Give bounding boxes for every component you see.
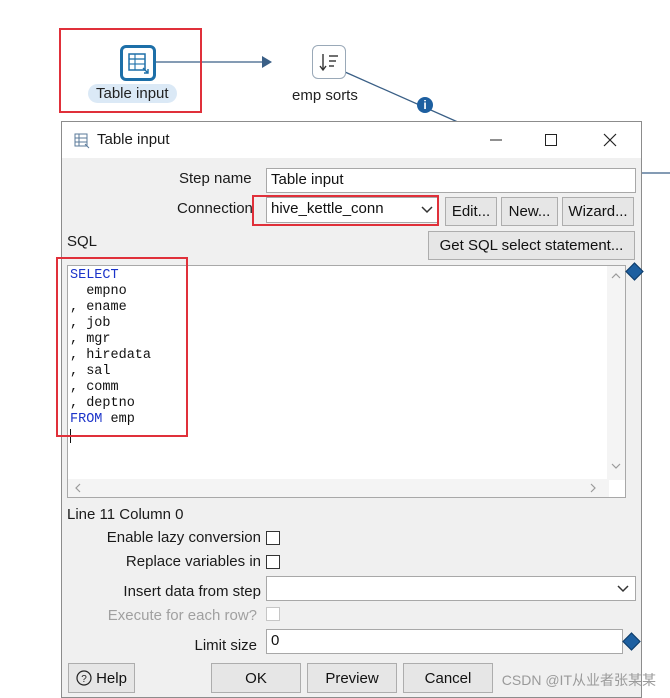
sql-vertical-scrollbar[interactable]: [607, 266, 625, 480]
insert-data-select[interactable]: [266, 576, 636, 601]
minimize-button[interactable]: [478, 127, 514, 153]
chevron-down-icon: [617, 585, 629, 593]
help-icon: ?: [76, 670, 92, 686]
variable-icon: [625, 262, 644, 281]
minimize-icon: [490, 139, 502, 141]
step-name-input[interactable]: Table input: [266, 168, 636, 193]
emp-sorts-step-icon[interactable]: [312, 45, 346, 79]
step-name-label: Step name: [179, 170, 252, 187]
insert-data-label: Insert data from step: [123, 583, 261, 600]
replace-variables-label: Replace variables in: [125, 553, 261, 570]
lazy-conversion-label: Enable lazy conversion: [106, 529, 261, 546]
watermark: CSDN @IT从业者张某某: [501, 672, 656, 688]
ok-button[interactable]: OK: [211, 663, 301, 693]
close-icon: [603, 133, 617, 147]
edit-connection-button[interactable]: Edit...: [445, 197, 497, 226]
lazy-conversion-checkbox[interactable]: [266, 531, 280, 545]
help-button[interactable]: ? Help: [68, 663, 135, 693]
info-icon[interactable]: i: [417, 97, 433, 113]
svg-text:?: ?: [81, 674, 87, 685]
get-sql-button[interactable]: Get SQL select statement...: [428, 231, 635, 260]
maximize-icon: [545, 134, 557, 146]
preview-button[interactable]: Preview: [307, 663, 397, 693]
emp-sorts-step-label[interactable]: emp sorts: [292, 87, 358, 104]
table-icon: [74, 133, 90, 149]
help-label: Help: [96, 669, 127, 687]
chevron-right-icon: [590, 483, 596, 493]
highlight-connection-box: [252, 195, 439, 226]
replace-variables-checkbox[interactable]: [266, 555, 280, 569]
execute-each-row-checkbox: [266, 607, 280, 621]
cursor-position-status: Line 11 Column 0: [67, 506, 184, 523]
sort-icon: [319, 54, 338, 72]
execute-each-row-label: Execute for each row?: [107, 607, 257, 624]
highlight-step-box: [59, 28, 202, 113]
limit-size-input[interactable]: 0: [266, 629, 623, 654]
dialog-title: Table input: [97, 131, 170, 148]
highlight-sql-box: [56, 257, 188, 437]
variable-icon: [622, 632, 641, 651]
new-connection-button[interactable]: New...: [501, 197, 558, 226]
chevron-up-icon: [611, 273, 621, 279]
sql-label: SQL: [67, 233, 98, 250]
close-button[interactable]: [592, 127, 628, 153]
chevron-down-icon: [611, 463, 621, 469]
chevron-left-icon: [75, 483, 81, 493]
wizard-button[interactable]: Wizard...: [562, 197, 634, 226]
maximize-button[interactable]: [533, 127, 569, 153]
dialog-titlebar[interactable]: Table input: [62, 122, 641, 158]
connection-label: Connection: [177, 200, 253, 217]
table-input-dialog: Table input Step name Table input Connec…: [56, 121, 644, 698]
limit-size-label: Limit size: [194, 637, 257, 654]
sql-horizontal-scrollbar[interactable]: [68, 479, 609, 497]
cancel-button[interactable]: Cancel: [403, 663, 493, 693]
